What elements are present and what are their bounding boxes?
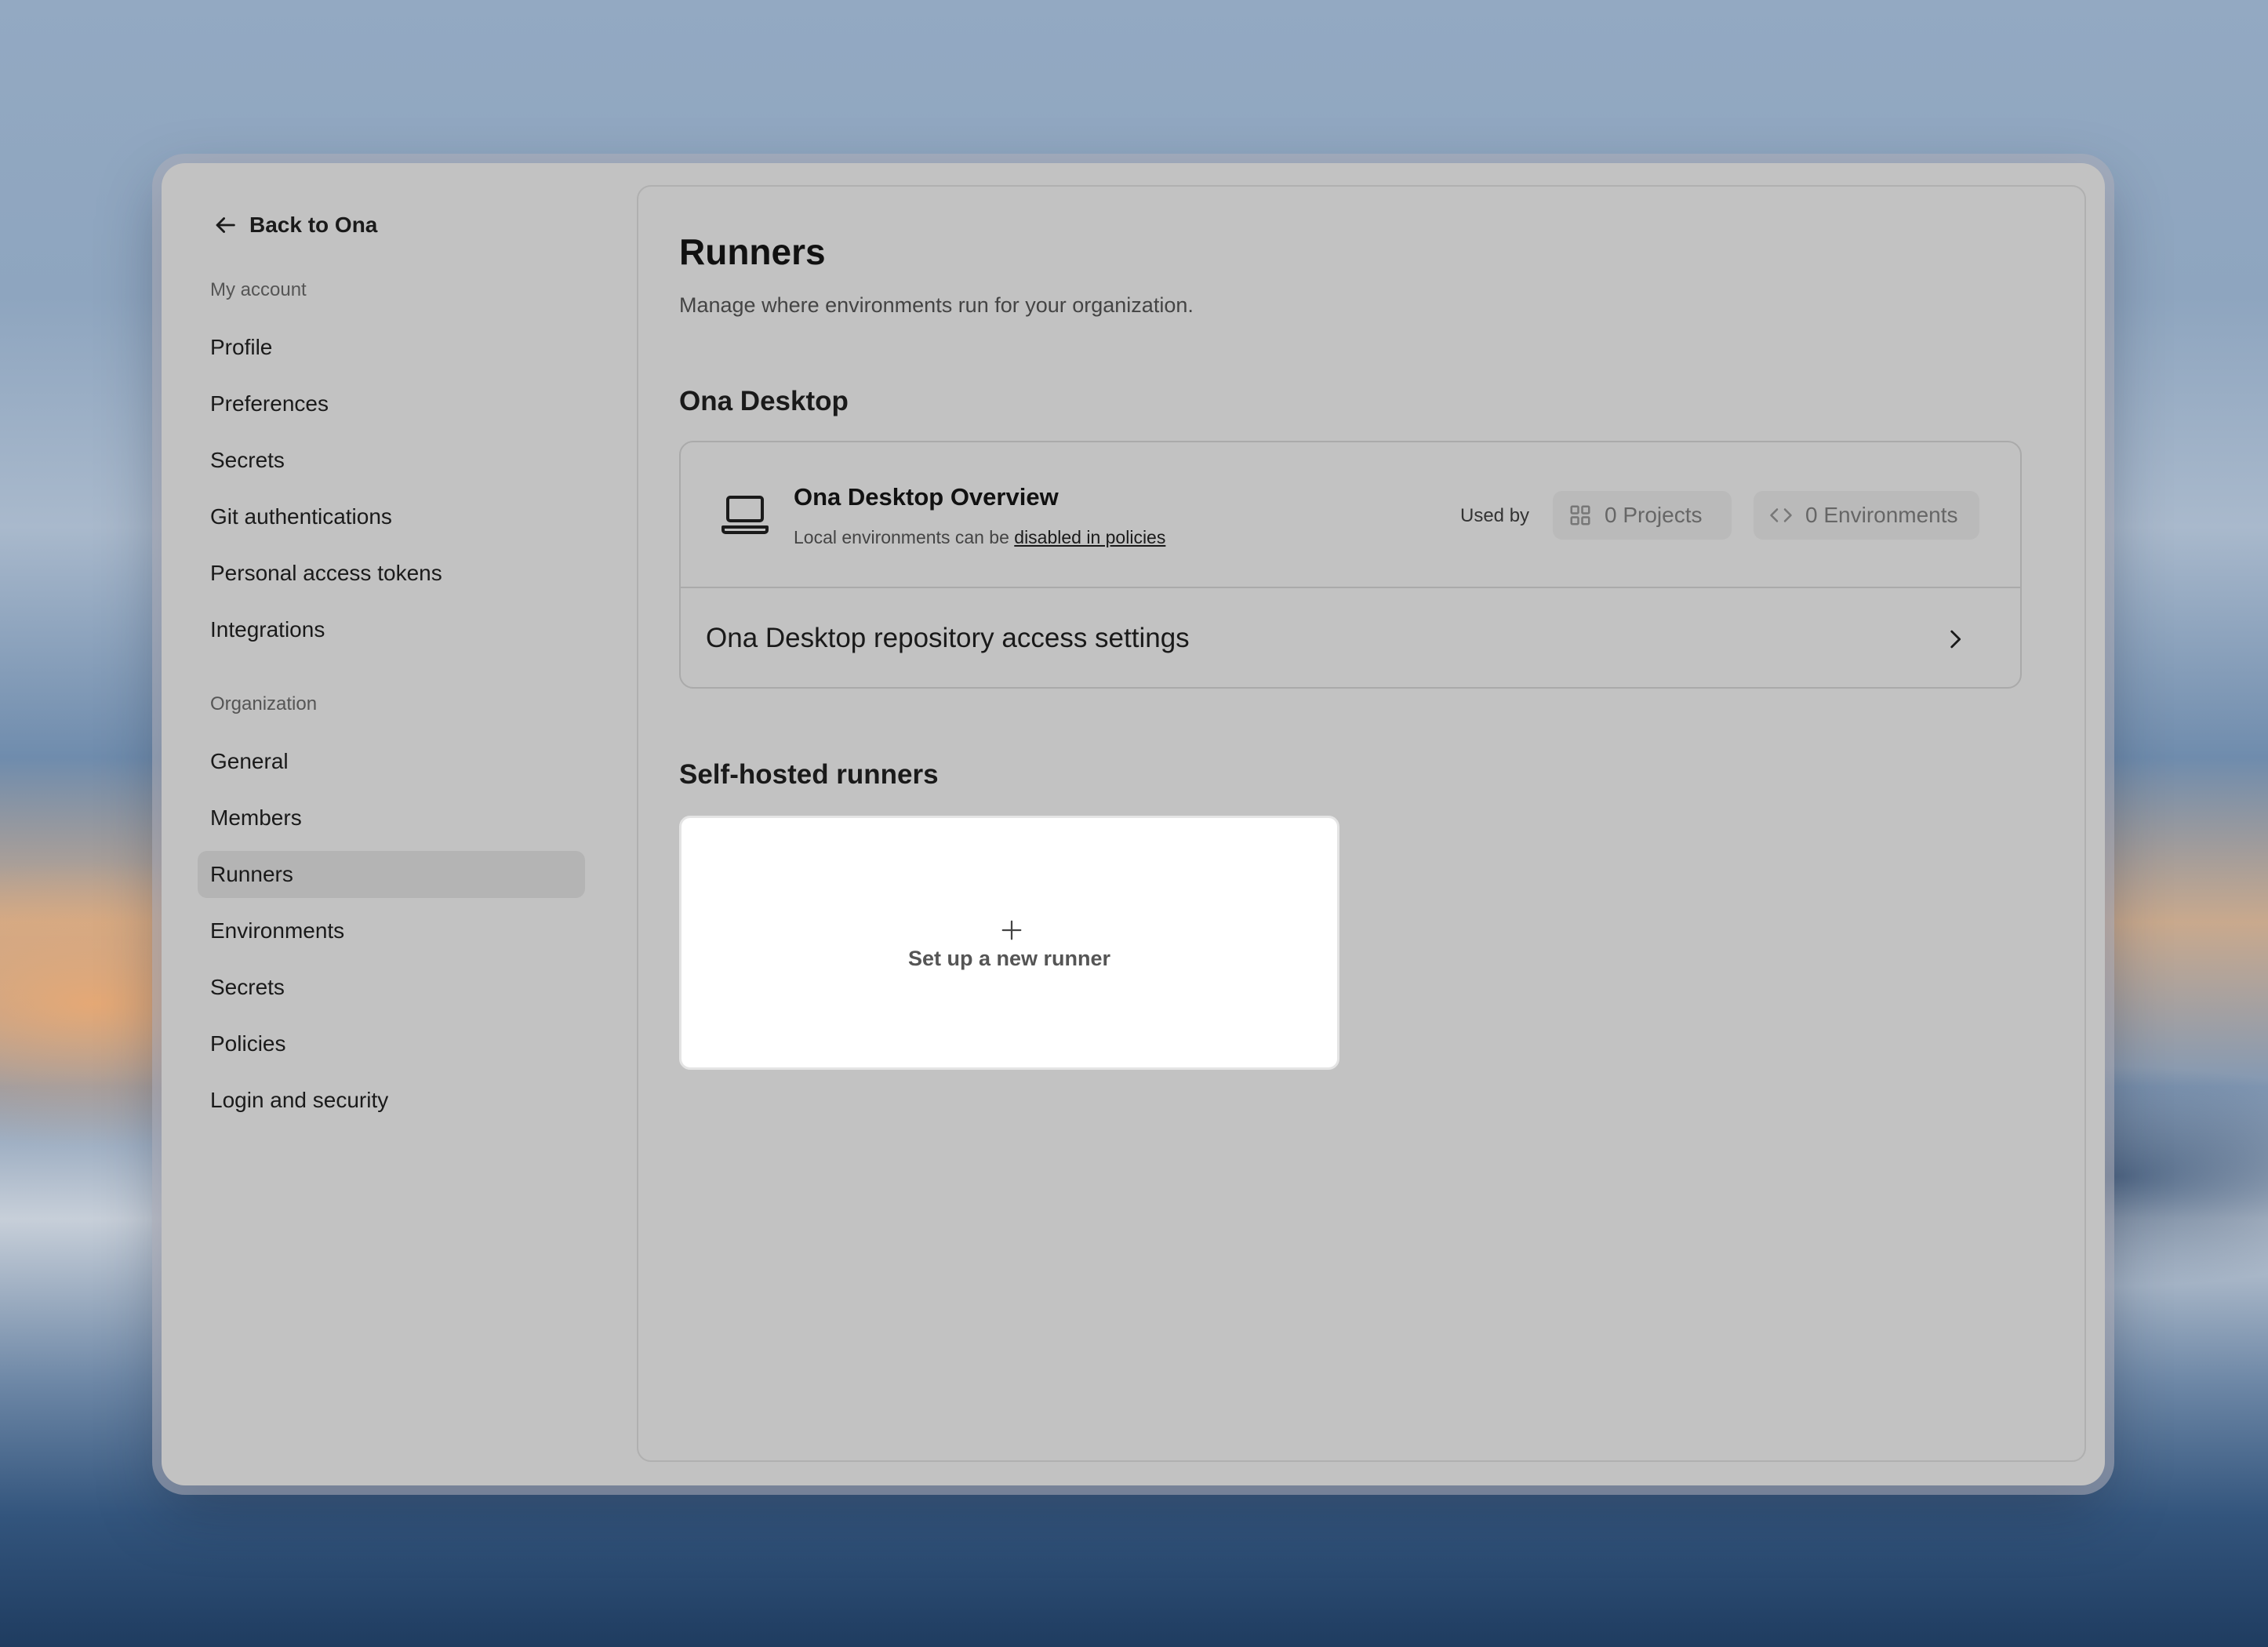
organization-heading: Organization	[210, 693, 318, 714]
sidebar-item-org-secrets[interactable]: Secrets	[198, 964, 585, 1011]
page-title: Runners	[679, 231, 826, 272]
self-hosted-runners-title: Self-hosted runners	[679, 759, 939, 790]
settings-window: Back to Ona My account Profile Preferenc…	[162, 163, 2105, 1485]
arrow-left-icon	[216, 217, 235, 233]
sidebar-item-integrations[interactable]: Integrations	[198, 606, 585, 653]
sidebar-item-general[interactable]: General	[198, 738, 585, 785]
sidebar-item-profile[interactable]: Profile	[198, 324, 585, 371]
back-to-ona-link[interactable]: Back to Ona	[212, 212, 377, 238]
page-subtitle: Manage where environments run for your o…	[679, 293, 1194, 317]
sidebar-item-runners[interactable]: Runners	[198, 851, 585, 898]
projects-count-chip[interactable]: 0 Projects	[1553, 491, 1732, 540]
sidebar-item-login-and-security[interactable]: Login and security	[198, 1077, 585, 1124]
runners-panel: Runners Manage where environments run fo…	[637, 185, 2086, 1462]
laptop-icon	[721, 496, 769, 534]
chevron-right-icon	[1950, 630, 1961, 649]
overview-title: Ona Desktop Overview	[794, 483, 1059, 511]
grid-icon	[1570, 505, 1590, 525]
sidebar-item-policies[interactable]: Policies	[198, 1020, 585, 1067]
code-brackets-icon	[1770, 508, 1792, 522]
sidebar-item-git-authentications[interactable]: Git authentications	[198, 493, 585, 540]
ona-desktop-card: Ona Desktop Overview Local environments …	[679, 441, 2022, 689]
setup-new-runner-label: Set up a new runner	[907, 947, 1111, 970]
environments-count-label: 0 Environments	[1805, 503, 1958, 527]
disabled-in-policies-link[interactable]: disabled in policies	[1014, 527, 1165, 547]
sidebar-item-personal-access-tokens[interactable]: Personal access tokens	[198, 550, 585, 597]
sidebar-item-members[interactable]: Members	[198, 794, 585, 842]
repository-access-settings-label: Ona Desktop repository access settings	[706, 623, 1190, 653]
ona-desktop-section-title: Ona Desktop	[679, 386, 849, 416]
overview-description: Local environments can be disabled in po…	[794, 527, 1165, 548]
plus-icon	[1001, 920, 1022, 940]
setup-new-runner-button[interactable]: Set up a new runner	[679, 816, 1339, 1070]
environments-count-chip[interactable]: 0 Environments	[1754, 491, 1979, 540]
sidebar-item-account-secrets[interactable]: Secrets	[198, 437, 585, 484]
ona-desktop-overview-row: Ona Desktop Overview Local environments …	[681, 442, 2020, 588]
overview-description-text: Local environments can be	[794, 527, 1015, 547]
sidebar-item-environments[interactable]: Environments	[198, 907, 585, 954]
projects-count-label: 0 Projects	[1605, 503, 1703, 527]
sidebar-item-preferences[interactable]: Preferences	[198, 380, 585, 427]
used-by-label: Used by	[1460, 505, 1530, 526]
settings-sidebar: Back to Ona My account Profile Preferenc…	[162, 163, 624, 1485]
repository-access-settings-row[interactable]: Ona Desktop repository access settings	[681, 588, 2020, 687]
back-link-label: Back to Ona	[249, 213, 378, 237]
my-account-heading: My account	[210, 279, 307, 300]
